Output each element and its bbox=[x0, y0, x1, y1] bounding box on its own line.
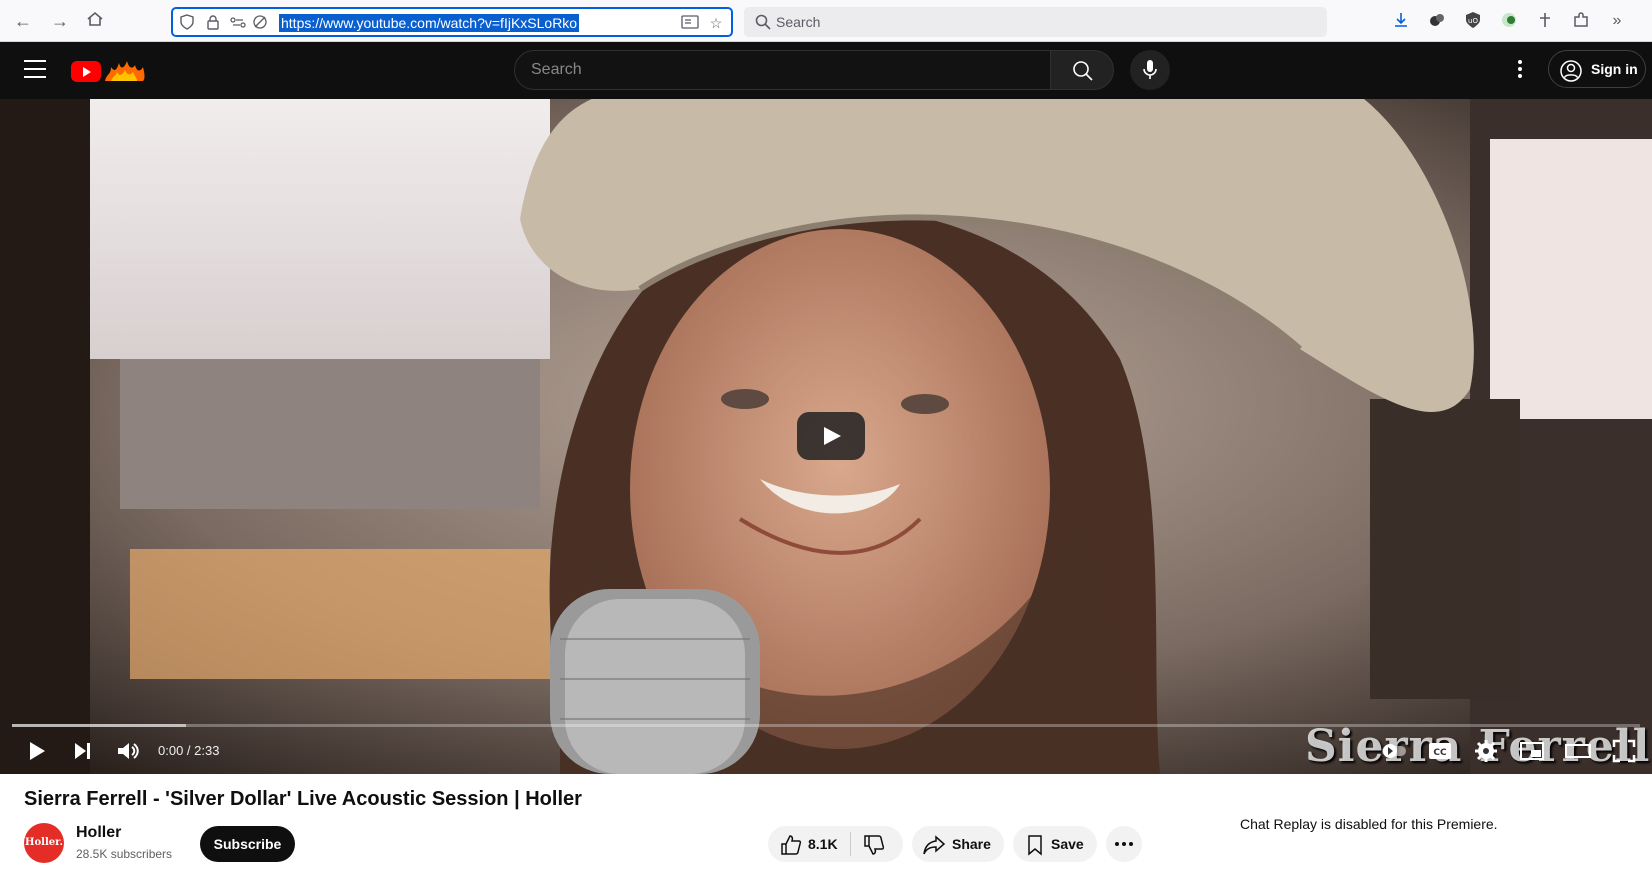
like-dislike-group: 8.1K bbox=[768, 826, 903, 862]
thumbs-down-icon bbox=[864, 835, 885, 855]
search-icon bbox=[755, 14, 771, 30]
time-display: 0:00 / 2:33 bbox=[158, 743, 220, 758]
subscribe-button[interactable]: Subscribe bbox=[200, 826, 295, 862]
overflow-chevrons-icon[interactable]: » bbox=[1607, 11, 1627, 31]
menu-icon[interactable] bbox=[24, 60, 46, 80]
extension-icon[interactable] bbox=[1427, 11, 1447, 31]
youtube-logo[interactable] bbox=[71, 59, 147, 83]
ublock-icon[interactable]: uO bbox=[1463, 11, 1483, 31]
dislike-button[interactable] bbox=[851, 826, 903, 862]
tracking-blocked-icon[interactable] bbox=[251, 14, 269, 32]
share-label: Share bbox=[952, 836, 991, 852]
youtube-search-button[interactable] bbox=[1050, 50, 1114, 90]
svg-text:uO: uO bbox=[1468, 17, 1478, 25]
shield-icon[interactable] bbox=[178, 14, 196, 32]
home-icon[interactable] bbox=[84, 10, 106, 32]
voice-search-button[interactable] bbox=[1130, 50, 1170, 90]
lock-icon[interactable] bbox=[204, 14, 222, 32]
doodle-flame-icon bbox=[105, 61, 145, 81]
fullscreen-icon[interactable] bbox=[1610, 737, 1638, 765]
permissions-icon[interactable] bbox=[229, 14, 247, 32]
channel-avatar[interactable]: Holler. bbox=[24, 823, 64, 863]
video-title: Sierra Ferrell - 'Silver Dollar' Live Ac… bbox=[24, 788, 582, 810]
save-label: Save bbox=[1051, 836, 1084, 852]
downloads-icon[interactable] bbox=[1391, 11, 1411, 31]
more-actions-button[interactable] bbox=[1106, 826, 1142, 862]
bookmark-icon bbox=[1028, 835, 1042, 856]
next-icon[interactable] bbox=[68, 737, 96, 765]
green-extension-icon[interactable] bbox=[1499, 11, 1519, 31]
youtube-search-placeholder: Search bbox=[531, 61, 582, 78]
buffered-bar bbox=[12, 724, 187, 727]
subscriber-count: 28.5K subscribers bbox=[76, 847, 173, 861]
search-icon bbox=[1073, 61, 1093, 81]
forward-icon[interactable]: → bbox=[49, 10, 71, 32]
youtube-masthead: Search Sign in bbox=[0, 42, 1652, 99]
share-button[interactable]: Share bbox=[912, 826, 1004, 862]
more-horizontal-icon bbox=[1115, 842, 1133, 846]
chat-replay-notice: Chat Replay is disabled for this Premier… bbox=[1240, 816, 1498, 832]
youtube-play-logo-icon bbox=[71, 61, 101, 82]
back-icon[interactable]: ← bbox=[12, 10, 34, 32]
browser-search-placeholder: Search bbox=[776, 14, 821, 30]
svg-text:CC: CC bbox=[1433, 748, 1447, 758]
sign-in-label: Sign in bbox=[1591, 61, 1638, 77]
microphone-icon bbox=[1143, 60, 1157, 79]
like-count: 8.1K bbox=[808, 836, 838, 852]
share-icon bbox=[923, 835, 946, 855]
browser-search-box[interactable]: Search bbox=[744, 7, 1327, 37]
url-text[interactable]: https://www.youtube.com/watch?v=fIjKxSLo… bbox=[279, 14, 580, 32]
like-button[interactable]: 8.1K bbox=[768, 826, 850, 862]
sign-in-button[interactable]: Sign in bbox=[1548, 50, 1646, 88]
reader-view-icon[interactable] bbox=[681, 14, 699, 32]
play-icon[interactable] bbox=[22, 737, 50, 765]
volume-icon[interactable] bbox=[114, 737, 142, 765]
address-bar[interactable]: https://www.youtube.com/watch?v=fIjKxSLo… bbox=[171, 7, 733, 37]
captions-icon[interactable]: CC bbox=[1426, 737, 1454, 765]
video-player[interactable]: 0:00 / 2:33 Sierra Ferrell CC bbox=[0, 99, 1652, 774]
bookmark-star-icon[interactable]: ☆ bbox=[707, 14, 725, 32]
settings-more-icon[interactable] bbox=[1510, 58, 1530, 82]
account-icon bbox=[1560, 60, 1582, 82]
browser-toolbar: ← → https://www.youtube.com/watch?v=fIjK… bbox=[0, 0, 1652, 42]
thumbs-up-icon bbox=[781, 835, 802, 855]
theater-mode-icon[interactable] bbox=[1564, 737, 1592, 765]
pin-extension-icon[interactable] bbox=[1535, 11, 1555, 31]
large-play-button[interactable] bbox=[797, 412, 865, 460]
youtube-search-input[interactable]: Search bbox=[514, 50, 1054, 90]
extensions-puzzle-icon[interactable] bbox=[1571, 11, 1591, 31]
channel-name[interactable]: Holler bbox=[76, 824, 121, 842]
settings-gear-icon[interactable] bbox=[1472, 737, 1500, 765]
save-button[interactable]: Save bbox=[1013, 826, 1097, 862]
autoplay-toggle-icon[interactable] bbox=[1380, 737, 1408, 765]
miniplayer-icon[interactable] bbox=[1518, 737, 1546, 765]
